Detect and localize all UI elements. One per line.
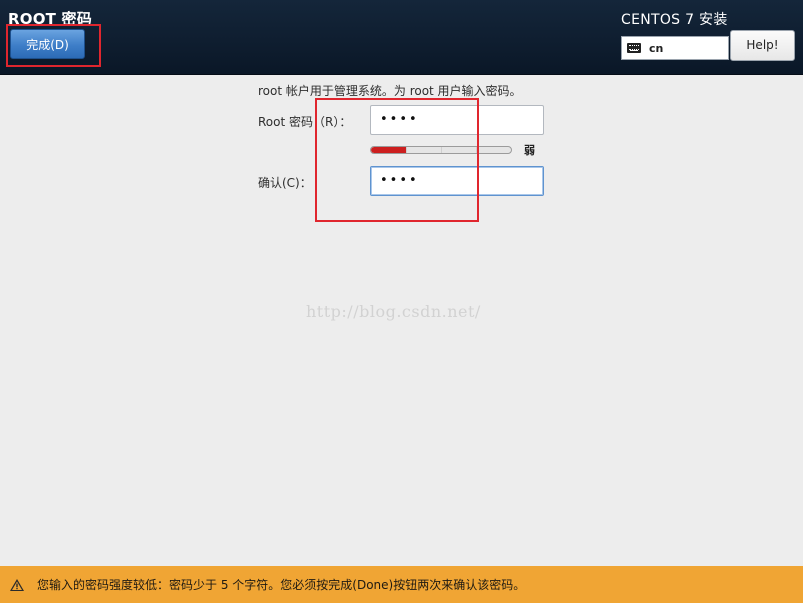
annotation-box-fields [315, 98, 479, 222]
warning-text: 您输入的密码强度较低：密码少于 5 个字符。您必须按完成(Done)按钮两次来确… [37, 578, 526, 592]
warning-icon [10, 578, 24, 591]
keyboard-icon [627, 43, 641, 53]
annotation-box-done [6, 24, 101, 67]
keyboard-layout-indicator[interactable]: cn [621, 36, 729, 60]
password-strength-label: 弱 [524, 144, 535, 157]
watermark: http://blog.csdn.net/ [306, 302, 481, 321]
warning-bar: 您输入的密码强度较低：密码少于 5 个字符。您必须按完成(Done)按钮两次来确… [0, 566, 803, 603]
keyboard-layout-label: cn [649, 41, 664, 55]
intro-text: root 帐户用于管理系统。为 root 用户输入密码。 [258, 84, 522, 98]
header-bar: ROOT 密码 完成(D) CENTOS 7 安装 cn Help! [0, 0, 803, 75]
product-title: CENTOS 7 安装 [621, 12, 728, 28]
help-button[interactable]: Help! [730, 30, 795, 61]
confirm-label: 确认(C)： [258, 176, 312, 190]
